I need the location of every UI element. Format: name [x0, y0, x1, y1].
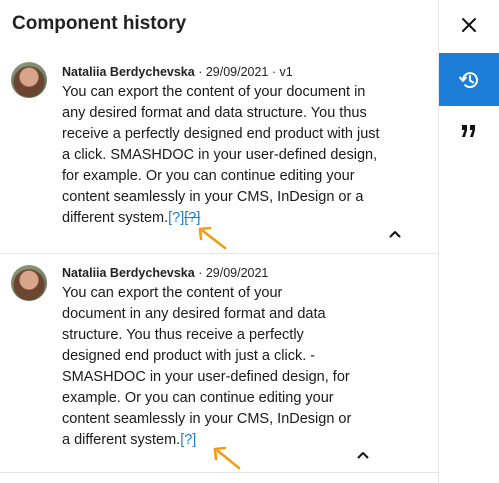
entry-content: You can export the content of your docum…	[62, 283, 414, 451]
content-line: for example. Or you can continue editing…	[62, 168, 355, 184]
entry-content: You can export the content of your docum…	[62, 82, 414, 229]
quote-icon	[462, 125, 475, 137]
footnote-link[interactable]: [?]	[180, 432, 196, 448]
close-button[interactable]	[439, 0, 499, 50]
history-tab-button[interactable]	[439, 53, 499, 106]
content-line: You can export the content of your docum…	[62, 84, 366, 100]
author-name: Nataliia Berdychevska	[62, 65, 195, 79]
content-line: You can export the content of your	[62, 285, 283, 301]
entry-meta: Nataliia Berdychevska · 29/09/2021	[62, 266, 268, 280]
history-panel: Component history Nataliia Berdychevska …	[0, 0, 438, 483]
deleted-footnote-link[interactable]: [?]	[184, 210, 200, 226]
content-line: designed end product with just a click. …	[62, 348, 316, 364]
content-line: any desired format and data structure. Y…	[62, 105, 367, 121]
component-history-window: Component history Nataliia Berdychevska …	[0, 0, 499, 483]
footnote-link[interactable]: [?]	[168, 210, 184, 226]
panel-title: Component history	[12, 13, 187, 34]
entry-date: 29/09/2021	[205, 65, 269, 79]
history-entry: Nataliia Berdychevska · 29/09/2021 · v1 …	[0, 56, 438, 253]
avatar	[11, 62, 47, 98]
content-line: receive a perfectly designed end product…	[62, 126, 380, 142]
meta-separator: ·	[194, 65, 206, 79]
history-icon	[459, 71, 478, 88]
close-icon	[462, 18, 476, 32]
chevron-up-icon[interactable]	[355, 447, 371, 463]
content-line: SMASHDOC in your user-defined design, fo…	[62, 369, 350, 385]
content-text: different system.	[62, 210, 169, 226]
content-line: document in any desired format and data	[62, 306, 326, 322]
meta-separator: ·	[268, 65, 280, 79]
content-text: a different system.	[62, 432, 181, 448]
entry-meta: Nataliia Berdychevska · 29/09/2021 · v1	[62, 65, 293, 79]
comments-tab-button[interactable]	[439, 106, 499, 156]
entry-date: 29/09/2021	[205, 266, 269, 280]
content-line: structure. You thus receive a perfectly	[62, 327, 304, 343]
entry-version: v1	[279, 65, 293, 79]
content-line: content seamlessly in your CMS, InDesign…	[62, 411, 352, 427]
author-name: Nataliia Berdychevska	[62, 266, 195, 280]
side-toolbar	[438, 0, 499, 483]
content-line: example. Or you can continue editing you…	[62, 390, 334, 406]
content-line: content seamlessly in your CMS, InDesign…	[62, 189, 364, 205]
chevron-up-icon[interactable]	[387, 226, 403, 242]
content-line-last: different system.[?][?]	[62, 208, 414, 229]
content-line: a click. SMASHDOC in your user-defined d…	[62, 147, 378, 163]
meta-separator: ·	[194, 266, 206, 280]
history-entry: Nataliia Berdychevska · 29/09/2021 You c…	[0, 253, 438, 473]
avatar	[11, 265, 47, 301]
